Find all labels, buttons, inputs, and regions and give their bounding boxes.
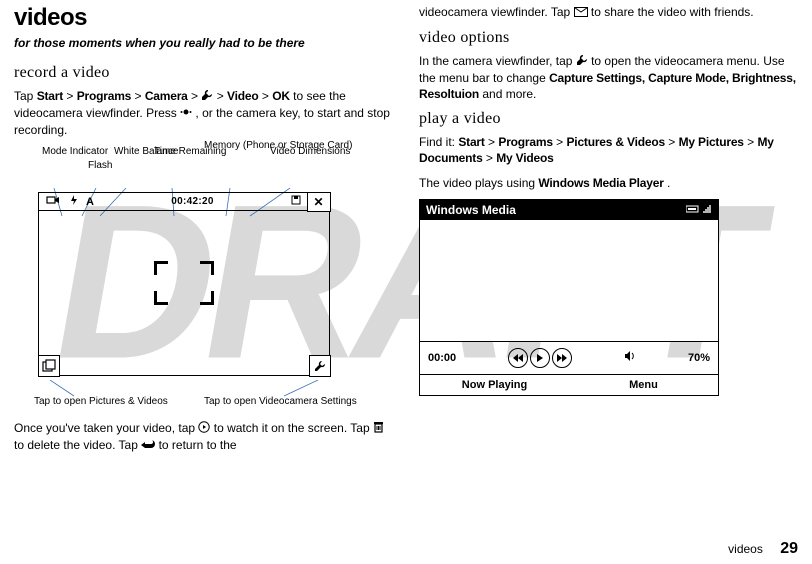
settings-button[interactable] <box>309 355 331 377</box>
play-button[interactable] <box>530 348 550 368</box>
softkey-right[interactable]: Menu <box>569 375 718 395</box>
close-button[interactable]: ✕ <box>307 192 331 212</box>
text: . <box>667 176 670 190</box>
play-icon <box>198 421 210 437</box>
player-controls-row: 00:00 70% <box>420 342 718 374</box>
rewind-button[interactable] <box>508 348 528 368</box>
heading-record: record a video <box>14 64 393 82</box>
viewfinder-diagram: Mode Indicator Flash White Balance Time … <box>14 146 354 410</box>
sep: > <box>191 89 201 103</box>
path-video: Video <box>227 89 258 103</box>
return-arrow-icon <box>141 438 155 454</box>
text: to return to the <box>159 438 237 452</box>
wmp-name: Windows Media Player <box>538 176 663 190</box>
after-record-paragraph: Once you've taken your video, tap to wat… <box>14 420 393 454</box>
text: videocamera viewfinder. Tap <box>419 5 574 19</box>
video-mode-icon <box>46 195 60 208</box>
path-my-videos: My Videos <box>496 151 553 165</box>
sep: > <box>217 89 227 103</box>
right-column: videocamera viewfinder. Tap to share the… <box>419 4 798 530</box>
viewfinder-body <box>39 211 329 375</box>
heading-play: play a video <box>419 110 798 128</box>
wrench-icon <box>576 54 588 70</box>
time-remaining-value: 00:42:20 <box>97 196 288 207</box>
viewfinder-status-bar: A 00:42:20 M <box>39 193 329 211</box>
softkey-left[interactable]: Now Playing <box>420 375 569 395</box>
path-camera: Camera <box>145 89 188 103</box>
label-memory: Memory (Phone or Storage Card) <box>204 140 266 151</box>
text: and more. <box>482 87 536 101</box>
top-labels: Mode Indicator Flash White Balance Time … <box>14 146 354 192</box>
label-flash: Flash <box>88 160 112 171</box>
viewfinder-frame: A 00:42:20 M ✕ <box>38 192 330 376</box>
player-softkeys: Now Playing Menu <box>420 374 718 395</box>
player-video-area <box>420 220 718 342</box>
path-pictures-videos: Pictures & Videos <box>567 135 665 149</box>
sep: > <box>747 135 757 149</box>
text: The video plays using <box>419 176 538 190</box>
plays-using-paragraph: The video plays using Windows Media Play… <box>419 175 798 191</box>
heading-options: video options <box>419 29 798 47</box>
text: to share the video with friends. <box>591 5 754 19</box>
flash-icon <box>69 195 79 208</box>
path-my-pictures: My Pictures <box>679 135 744 149</box>
path-start: Start <box>458 135 484 149</box>
media-player-mock: Windows Media 00:00 <box>419 199 719 396</box>
page-footer: videos 29 <box>728 540 798 558</box>
continued-paragraph: videocamera viewfinder. Tap to share the… <box>419 4 798 21</box>
bottom-labels: Tap to open Pictures & Videos Tap to ope… <box>14 380 354 410</box>
page-number: 29 <box>780 540 798 557</box>
path-ok: OK <box>272 89 290 103</box>
envelope-icon <box>574 5 588 21</box>
white-balance-icon: A <box>86 196 94 208</box>
label-open-settings: Tap to open Videocamera Settings <box>204 396 357 407</box>
sep: > <box>488 135 498 149</box>
wrench-icon <box>201 89 213 105</box>
label-mode: Mode Indicator <box>42 146 108 157</box>
sep: > <box>262 89 272 103</box>
page-columns: videos for those moments when you really… <box>0 0 812 530</box>
sep: > <box>134 89 144 103</box>
tagline: for those moments when you really had to… <box>14 36 393 50</box>
trash-icon <box>373 421 384 437</box>
text: In the camera viewfinder, tap <box>419 54 576 68</box>
player-time: 00:00 <box>428 352 456 364</box>
path-programs: Programs <box>77 89 131 103</box>
sep: > <box>66 89 76 103</box>
left-column: videos for those moments when you really… <box>14 4 393 530</box>
record-instructions: Tap Start > Programs > Camera > > Video … <box>14 88 393 138</box>
text: Tap <box>14 89 37 103</box>
sep: > <box>556 135 566 149</box>
find-it-label: Find it: <box>419 135 455 149</box>
focus-brackets <box>154 261 214 305</box>
path-start: Start <box>37 89 63 103</box>
label-dims: Video Dimensions <box>270 146 330 157</box>
volume-icon <box>624 351 636 364</box>
options-paragraph: In the camera viewfinder, tap to open th… <box>419 53 798 102</box>
text: to watch it on the screen. Tap <box>214 421 373 435</box>
player-title: Windows Media <box>426 203 516 217</box>
player-volume: 70% <box>688 352 710 364</box>
text: Once you've taken your video, tap <box>14 421 198 435</box>
path-programs: Programs <box>498 135 552 149</box>
sep: > <box>668 135 678 149</box>
sep: > <box>486 151 496 165</box>
forward-button[interactable] <box>552 348 572 368</box>
text: to delete the video. Tap <box>14 438 141 452</box>
status-icons <box>686 203 712 217</box>
footer-section: videos <box>728 542 763 556</box>
label-time: Time Remaining <box>154 146 204 157</box>
pictures-videos-button[interactable] <box>38 355 60 377</box>
page-title: videos <box>14 4 393 32</box>
joystick-center-icon <box>180 106 192 122</box>
player-titlebar: Windows Media <box>420 200 718 220</box>
find-it-path: Find it: Start > Programs > Pictures & V… <box>419 134 798 166</box>
label-open-pv: Tap to open Pictures & Videos <box>34 396 168 407</box>
transport-buttons <box>508 348 572 368</box>
memory-card-icon <box>291 195 301 208</box>
